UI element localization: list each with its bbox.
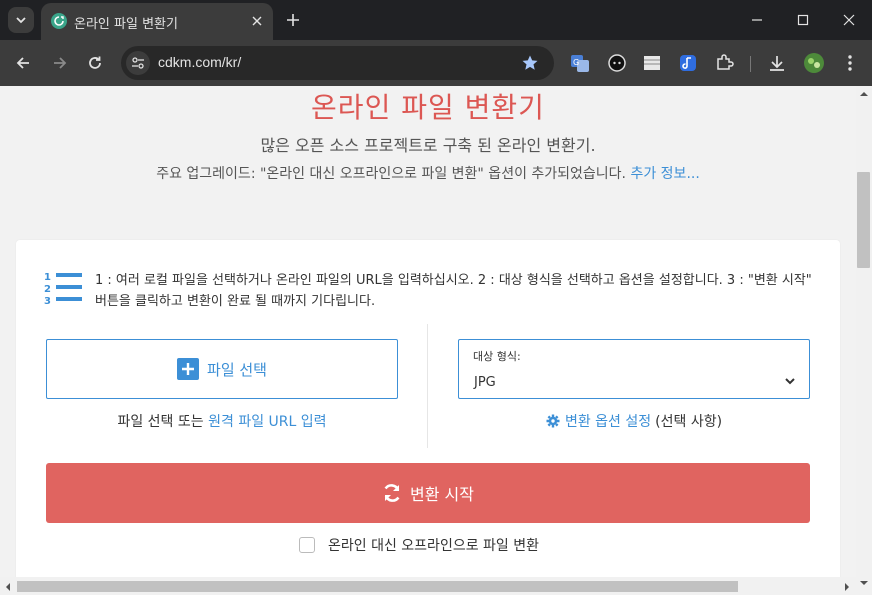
scroll-left-arrow-icon[interactable]: [3, 581, 13, 593]
download-icon[interactable]: [766, 52, 788, 74]
chevron-down-icon: [785, 378, 795, 385]
page-title: 온라인 파일 변환기: [311, 91, 545, 124]
page-subtitle: 많은 오픈 소스 프로젝트로 구축 된 온라인 변환기.: [260, 136, 596, 155]
gear-icon: [546, 414, 560, 428]
forward-button[interactable]: [47, 50, 73, 76]
scroll-right-arrow-icon[interactable]: [842, 581, 852, 593]
numbered-list-icon: 1 2 3: [44, 272, 82, 306]
offline-label: 온라인 대신 오프라인으로 파일 변환: [328, 538, 539, 554]
tab-search-button[interactable]: [8, 7, 34, 33]
toolbar-divider: [750, 56, 751, 72]
maximize-button[interactable]: [780, 0, 826, 40]
minimize-icon: [752, 19, 762, 21]
vertical-scrollbar-track[interactable]: [856, 86, 872, 595]
horizontal-scrollbar-thumb[interactable]: [17, 581, 738, 592]
url-text: cdkm.com/kr/: [158, 54, 242, 70]
remote-url-link[interactable]: 원격 파일 URL 입력: [208, 414, 326, 430]
reload-icon: [89, 56, 101, 69]
address-bar[interactable]: cdkm.com/kr/: [121, 46, 554, 80]
minimize-button[interactable]: [734, 0, 780, 40]
select-file-button[interactable]: 파일 선택: [46, 339, 398, 399]
conversion-options-link[interactable]: 변환 옵션 설정: [565, 411, 651, 431]
browser-menu-icon[interactable]: [839, 52, 861, 74]
scroll-down-arrow-icon[interactable]: [858, 578, 870, 588]
close-window-button[interactable]: [826, 0, 872, 40]
extensions-puzzle-icon[interactable]: [713, 52, 735, 74]
tab-strip: 온라인 파일 변환기: [0, 0, 872, 40]
bookmark-star-icon[interactable]: [519, 52, 541, 74]
target-format-label: 대상 형식:: [473, 350, 521, 363]
select-file-hint: 파일 선택 또는 원격 파일 URL 입력: [46, 411, 398, 431]
dark-circle-extension-icon[interactable]: [606, 52, 628, 74]
target-format-value: JPG: [474, 375, 496, 390]
svg-text:2: 2: [44, 284, 51, 295]
offline-checkbox[interactable]: [299, 537, 315, 553]
site-info-icon[interactable]: [126, 51, 150, 75]
page-viewport: 온라인 파일 변환기 많은 오픈 소스 프로젝트로 구축 된 온라인 변환기. …: [0, 86, 872, 595]
notes-extension-icon[interactable]: [641, 52, 663, 74]
target-format-select[interactable]: 대상 형식: JPG: [458, 339, 810, 399]
back-button[interactable]: [10, 50, 36, 76]
refresh-icon: [384, 484, 400, 502]
conversion-options-row: 변환 옵션 설정 (선택 사항): [458, 411, 810, 431]
reload-button[interactable]: [82, 50, 108, 76]
svg-text:3: 3: [44, 296, 51, 306]
favicon-icon: [51, 13, 67, 29]
plus-square-icon: [177, 358, 200, 380]
plus-icon: [287, 14, 299, 26]
start-conversion-label: 변환 시작: [410, 485, 474, 504]
profile-avatar[interactable]: [803, 52, 825, 74]
tab-title: 온라인 파일 변환기: [74, 17, 178, 32]
column-divider: [427, 324, 428, 448]
maximize-icon: [797, 14, 809, 26]
converter-card: 1 2 3 1 : 여러 로컬 파일을 선택하거나 온라인 파일의 URL을 입…: [16, 240, 840, 595]
options-optional-text: (선택 사항): [655, 414, 723, 430]
start-conversion-button[interactable]: 변환 시작: [46, 463, 810, 523]
arrow-right-icon: [54, 57, 67, 69]
vertical-scrollbar-thumb[interactable]: [857, 172, 870, 268]
browser-toolbar: cdkm.com/kr/ G: [0, 40, 872, 86]
svg-text:1: 1: [44, 272, 51, 283]
steps-instructions: 1 : 여러 로컬 파일을 선택하거나 온라인 파일의 URL을 입력하십시오.…: [95, 273, 812, 309]
arrow-left-icon: [16, 57, 29, 69]
offline-option: 온라인 대신 오프라인으로 파일 변환: [299, 535, 539, 555]
scroll-up-arrow-icon[interactable]: [858, 89, 870, 99]
upgrade-notice: 주요 업그레이드: "온라인 대신 오프라인으로 파일 변환" 옵션이 추가되었…: [0, 163, 856, 183]
select-file-label: 파일 선택: [207, 360, 267, 379]
new-tab-button[interactable]: [282, 9, 304, 31]
translate-extension-icon[interactable]: G: [569, 52, 591, 74]
browser-tab[interactable]: 온라인 파일 변환기: [41, 3, 273, 40]
upgrade-notice-text: 주요 업그레이드: "온라인 대신 오프라인으로 파일 변환" 옵션이 추가되었…: [156, 166, 627, 182]
select-or-text: 파일 선택 또는: [117, 414, 204, 430]
more-info-link[interactable]: 추가 정보...: [630, 166, 699, 182]
svg-text:G: G: [573, 58, 579, 67]
chevron-down-icon: [16, 17, 26, 24]
tab-close-icon[interactable]: [248, 12, 266, 30]
close-icon: [843, 14, 855, 26]
music-extension-icon[interactable]: [677, 52, 699, 74]
